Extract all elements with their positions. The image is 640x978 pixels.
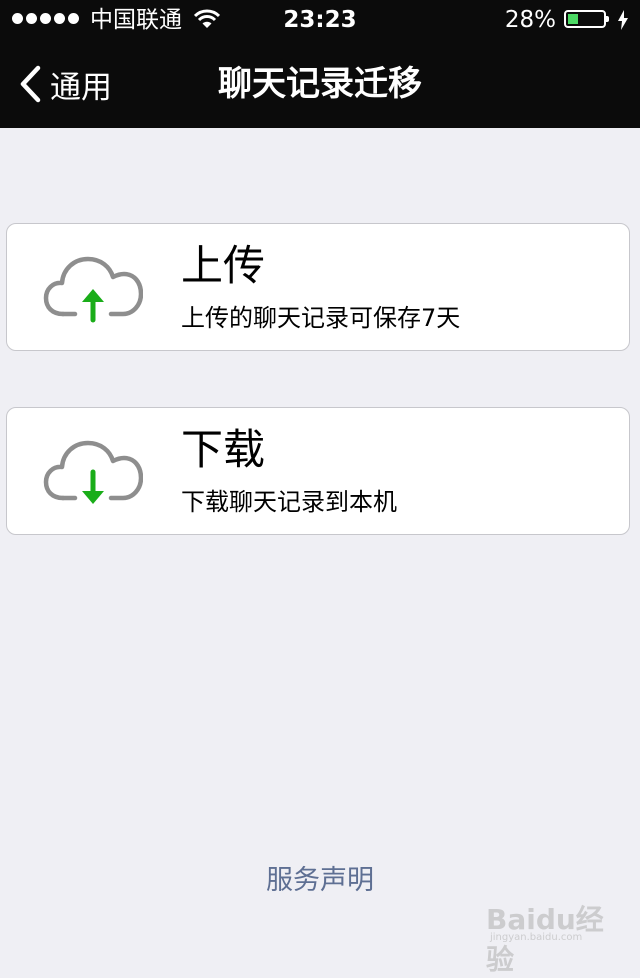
back-label: 通用 [50,69,112,106]
battery-level-fill [568,14,578,24]
download-description: 下载聊天记录到本机 [181,488,397,516]
navigation-bar: 通用 聊天记录迁移 [0,40,640,128]
back-button[interactable]: 通用 [18,40,112,128]
watermark-url: jingyan.baidu.com [490,932,583,943]
download-title: 下载 [181,425,266,474]
upload-title: 上传 [181,241,266,290]
status-bar: 中国联通 23:23 28% [0,0,640,40]
battery-icon [564,10,609,28]
battery-percentage: 28% [504,7,556,33]
charging-bolt-icon [618,10,628,30]
upload-button[interactable]: 上传 上传的聊天记录可保存7天 [6,223,630,351]
baidu-jingyan-watermark: Baidu经验 jingyan.baidu.com [486,888,612,976]
cloud-download-icon [43,440,143,504]
upload-description: 上传的聊天记录可保存7天 [181,304,461,332]
cloud-upload-icon [43,256,143,323]
chevron-left-icon [20,65,41,103]
download-button[interactable]: 下载 下载聊天记录到本机 [6,407,630,535]
